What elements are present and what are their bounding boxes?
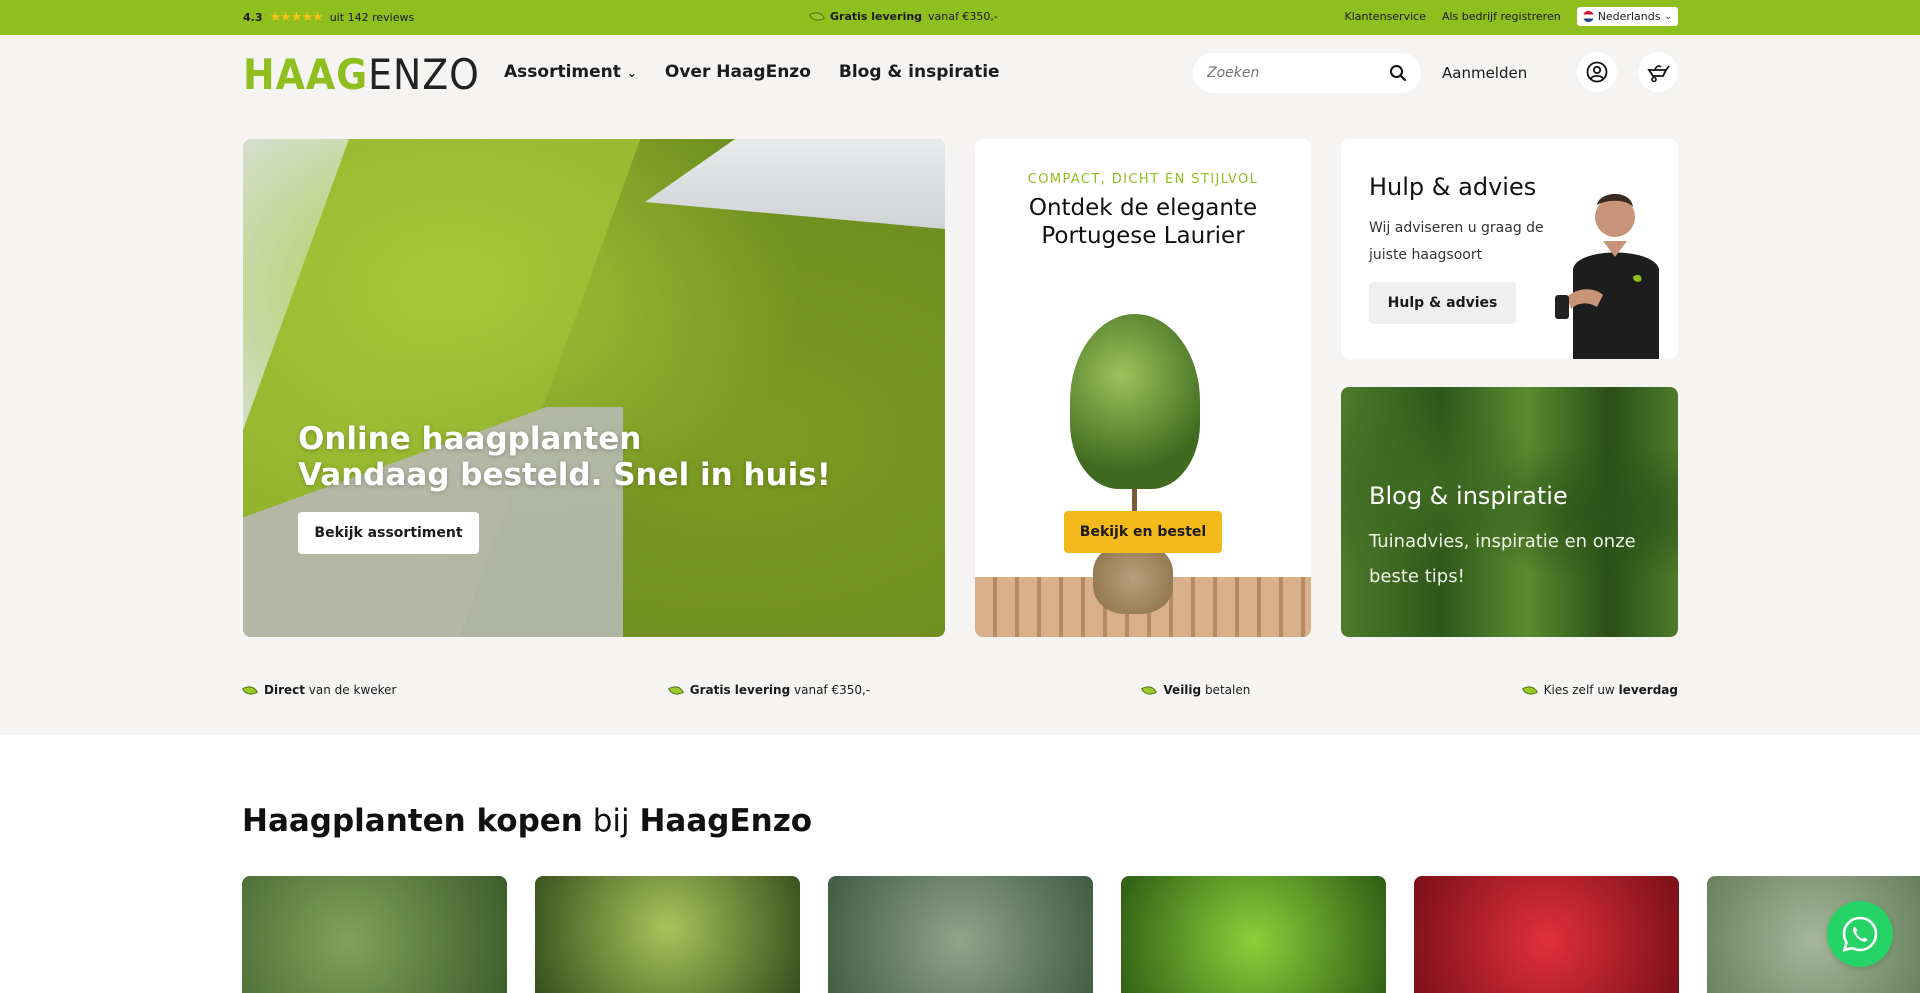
category-tile[interactable] [1414, 876, 1679, 993]
section-title-bold-1: Haagplanten kopen [242, 803, 583, 839]
blog-text: Tuinadvies, inspiratie en onze beste tip… [1369, 531, 1636, 587]
blog-title: Blog & inspiratie [1369, 482, 1568, 510]
hulp-title: Hulp & advies [1369, 173, 1537, 201]
section-title-mid: bij [582, 803, 640, 839]
search-input[interactable] [1207, 65, 1387, 81]
logo-wordmark: HAAGENZO [243, 50, 480, 99]
usp-bold: leverdag [1618, 683, 1678, 697]
rating-reviews: uit 142 reviews [329, 11, 415, 24]
usp-text: Direct van de kweker [264, 683, 396, 697]
flag-nl-icon [1582, 11, 1594, 22]
usp-item: Direct van de kweker [242, 683, 396, 697]
link-klantenservice[interactable]: Klantenservice [1345, 10, 1426, 23]
whatsapp-button[interactable] [1827, 901, 1893, 967]
hero-title-line-2: Vandaag besteld. Snel in huis! [298, 457, 831, 493]
top-links: Klantenservice Als bedrijf registreren N… [1345, 7, 1678, 26]
nav-assortiment-label: Assortiment [504, 62, 621, 82]
usp-item: Gratis levering vanaf €350,- [667, 683, 870, 697]
usp-bold: Direct [264, 683, 305, 697]
leaf-icon [667, 683, 684, 697]
laurier-title-line-1: Ontdek de elegante [1028, 195, 1258, 221]
usp-text: Gratis levering vanaf €350,- [690, 683, 870, 697]
advisor-photo [1555, 194, 1659, 359]
rating-score: 4.3 [243, 11, 263, 24]
hulp-text: Wij adviseren u graag de juiste haagsoor… [1369, 220, 1544, 263]
site-header: HAAGENZO Assortiment ⌄ Over HaagEnzo Blo… [0, 35, 1920, 140]
usp-rest: betalen [1201, 683, 1251, 697]
link-bedrijf-registreren[interactable]: Als bedrijf registreren [1442, 10, 1561, 23]
blog-card[interactable]: Blog & inspiratie Tuinadvies, inspiratie… [1341, 387, 1678, 637]
bekijk-assortiment-button[interactable]: Bekijk assortiment [298, 512, 479, 554]
top-bar: 4.3 ★★★★★ uit 142 reviews Gratis leverin… [0, 0, 1920, 35]
category-tile[interactable] [828, 876, 1093, 993]
main-nav: Assortiment ⌄ Over HaagEnzo Blog & inspi… [504, 62, 1000, 82]
hero-title: Online haagplanten Vandaag besteld. Snel… [298, 421, 831, 493]
nav-over-haagenzo[interactable]: Over HaagEnzo [665, 62, 811, 82]
laurier-kicker: COMPACT, DICHT EN STIJLVOL [1027, 172, 1259, 187]
usp-text: Veilig betalen [1163, 683, 1250, 697]
top-promo: Gratis levering vanaf €350,- [809, 10, 998, 23]
rating-summary[interactable]: 4.3 ★★★★★ uit 142 reviews [243, 10, 414, 25]
hero-house-wall [645, 139, 945, 229]
hulp-advies-button[interactable]: Hulp & advies [1369, 282, 1516, 324]
plant-rootball [1093, 544, 1173, 614]
chevron-down-icon: ⌄ [626, 66, 637, 80]
leaf-icon [242, 683, 258, 697]
promo-rest: vanaf €350,- [928, 10, 998, 23]
usp-text: Kies zelf uw leverdag [1544, 683, 1678, 697]
usp-bar: Direct van de kweker Gratis levering van… [242, 683, 1678, 697]
hulp-card[interactable]: Hulp & advies Wij adviseren u graag de j… [1341, 139, 1678, 359]
laurier-title: Ontdek de elegante Portugese Laurier [975, 194, 1311, 250]
whatsapp-icon [1842, 916, 1878, 952]
laurier-plant-image [1070, 314, 1200, 489]
category-tile[interactable] [535, 876, 800, 993]
section-title: Haagplanten kopen bij HaagEnzo [242, 803, 812, 839]
leaf-icon [1521, 683, 1538, 697]
products-section: Haagplanten kopen bij HaagEnzo [0, 735, 1920, 993]
rating-stars-icon: ★★★★★ [269, 10, 324, 25]
nav-assortiment[interactable]: Assortiment ⌄ [504, 62, 637, 82]
language-selector[interactable]: Nederlands ⌄ [1576, 7, 1678, 26]
account-button[interactable] [1577, 52, 1617, 92]
cart-button[interactable] [1638, 52, 1678, 92]
hero-title-line-1: Online haagplanten [298, 421, 642, 457]
usp-bold: Veilig [1163, 683, 1202, 697]
search-icon[interactable] [1389, 64, 1407, 82]
laurier-title-line-2: Portugese Laurier [1041, 223, 1245, 249]
chevron-down-icon: ⌄ [1664, 11, 1672, 22]
promo-bold: Gratis levering [830, 10, 923, 23]
user-icon [1586, 61, 1608, 83]
usp-pre: Kies zelf uw [1543, 683, 1619, 697]
category-tile[interactable] [242, 876, 507, 993]
leaf-icon [809, 10, 825, 23]
usp-item: Kies zelf uw leverdag [1521, 683, 1678, 697]
category-tile[interactable] [1121, 876, 1386, 993]
language-label: Nederlands [1597, 10, 1661, 23]
laurier-card[interactable]: COMPACT, DICHT EN STIJLVOL Ontdek de ele… [975, 139, 1311, 637]
usp-rest: van de kweker [304, 683, 397, 697]
logo-part-2: ENZO [368, 49, 480, 99]
logo[interactable]: HAAGENZO [243, 45, 479, 103]
section-title-bold-2: HaagEnzo [639, 803, 813, 839]
leaf-icon [1141, 683, 1158, 697]
wheelbarrow-cart-icon [1647, 65, 1670, 83]
search-box [1193, 53, 1421, 93]
nav-blog[interactable]: Blog & inspiratie [839, 62, 1000, 82]
login-link[interactable]: Aanmelden [1442, 64, 1527, 82]
usp-item: Veilig betalen [1141, 683, 1250, 697]
logo-part-1: HAAG [243, 49, 369, 99]
hero-banner[interactable]: Online haagplanten Vandaag besteld. Snel… [243, 139, 945, 637]
usp-rest: vanaf €350,- [790, 683, 871, 697]
usp-bold: Gratis levering [689, 683, 791, 697]
bekijk-en-bestel-button[interactable]: Bekijk en bestel [1064, 511, 1222, 553]
